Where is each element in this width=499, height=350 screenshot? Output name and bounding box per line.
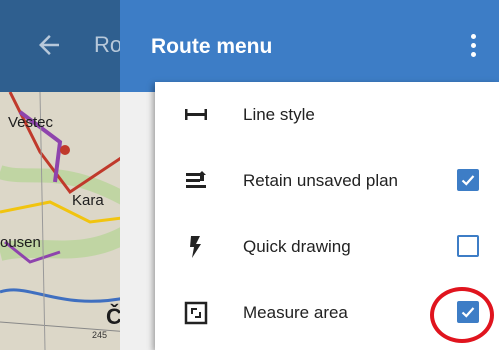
more-vert-icon[interactable] xyxy=(470,34,478,60)
map-scale-label: 245 xyxy=(92,330,108,340)
map-view[interactable]: Vestec Kara ousen Č 245 xyxy=(0,92,130,350)
background-title: Ro xyxy=(94,32,123,57)
highlight-circle xyxy=(430,287,494,343)
menu-item-line-style[interactable]: Line style xyxy=(155,82,499,148)
background-app: Ro Vestec Kara ousen Č 245 xyxy=(0,0,130,350)
retain-plan-icon xyxy=(186,171,206,188)
map-label-kara: Kara xyxy=(72,192,104,209)
lightning-icon xyxy=(190,236,201,258)
route-menu-title: Route menu xyxy=(151,35,273,58)
map-label-ousen: ousen xyxy=(0,234,41,251)
measure-area-icon xyxy=(184,301,208,325)
map-label-vestec: Vestec xyxy=(8,114,54,131)
background-toolbar: Ro xyxy=(0,0,130,92)
menu-item-label: Measure area xyxy=(243,303,348,322)
menu-item-label: Retain unsaved plan xyxy=(243,171,399,190)
retain-unsaved-plan-checkbox[interactable] xyxy=(457,169,479,191)
menu-item-label: Line style xyxy=(243,105,315,124)
line-style-icon xyxy=(185,109,207,120)
menu-item-retain-unsaved-plan[interactable]: Retain unsaved plan xyxy=(155,148,499,214)
menu-item-label: Quick drawing xyxy=(243,237,351,256)
back-arrow-icon[interactable] xyxy=(34,30,64,60)
menu-item-quick-drawing[interactable]: Quick drawing xyxy=(155,214,499,280)
checkmark-icon xyxy=(461,175,475,186)
quick-drawing-checkbox[interactable] xyxy=(457,235,479,257)
